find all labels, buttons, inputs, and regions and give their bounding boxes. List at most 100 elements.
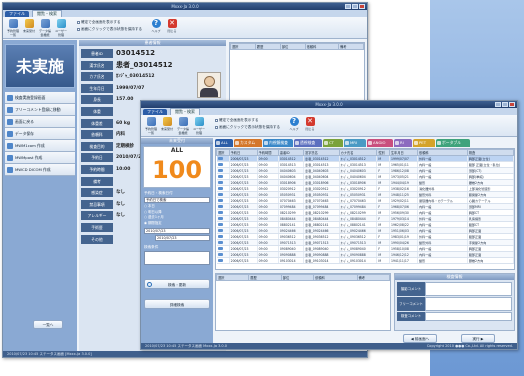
shoot-comment-field[interactable] <box>425 282 512 296</box>
help-button[interactable]: ? ヘルプ <box>149 19 163 33</box>
field-value: 内科 <box>116 132 125 138</box>
window-controls <box>495 102 515 107</box>
tab-angio[interactable]: ANGIO <box>367 139 393 147</box>
date-from-field[interactable]: 2010/07/23 <box>144 228 210 234</box>
search-cond-field[interactable] <box>144 251 210 265</box>
field-value: なし <box>116 190 125 196</box>
tab-all[interactable]: ALL <box>215 139 233 147</box>
search-update-button[interactable]: 検索・更新 <box>144 279 210 289</box>
keep-state-checkbox[interactable]: 画面にクリックで表示状態を保持する <box>77 27 142 32</box>
date-radios: ○ 本日 ○ 明日以降 ○ 過去1ヶ月 ◉ 期間指定 <box>141 203 213 227</box>
row-icon <box>217 205 223 208</box>
nav-mwmpost-create[interactable]: MWMpost 作成 <box>5 152 75 164</box>
field-value: 157.00 <box>116 97 134 103</box>
row-icon <box>217 223 223 226</box>
keep-state-checkbox[interactable]: 画面にクリックで表示状態を保持する <box>215 125 280 130</box>
user-admin-button[interactable]: ユーザー管理 <box>54 19 68 37</box>
tab-portable[interactable]: ポータブル <box>436 139 470 147</box>
pen-icon <box>24 19 34 28</box>
reservation-list-button[interactable]: 予約管理一覧 <box>144 117 158 135</box>
tab-mri[interactable]: MRI <box>344 139 366 147</box>
prev-screen-button[interactable]: ◀ 前画面へ <box>403 334 437 343</box>
field-value: 定期検診 <box>116 143 134 149</box>
field-value: なし <box>116 213 125 219</box>
fullscreen-checkbox[interactable]: 確定で全画面を表示する <box>215 118 259 123</box>
col-select[interactable]: 選択 <box>230 43 256 50</box>
close-window-button[interactable] <box>509 102 515 107</box>
sub-col-select[interactable]: 選択 <box>215 274 250 281</box>
maximize-button[interactable] <box>502 102 508 107</box>
tab-browse[interactable]: 閲覧・検索 <box>32 10 62 17</box>
patient-field-row: 生年月日 1999/07/07 <box>79 83 224 94</box>
fullscreen-checkbox[interactable]: 確定で全画面を表示する <box>77 20 121 25</box>
row-icon <box>217 175 223 178</box>
col-note[interactable]: 備考 <box>338 43 364 50</box>
data-edit-button[interactable]: データ編集機能 <box>176 117 190 135</box>
sub-grid: 選択 履歴 部位 依頼科 備考 <box>215 273 391 331</box>
help-button[interactable]: ? ヘルプ <box>287 117 301 131</box>
close-icon: ✕ <box>305 117 315 126</box>
detail-search-button[interactable]: 詳細検索 <box>144 299 210 309</box>
exam-comment-field[interactable] <box>425 312 512 321</box>
user-admin-button[interactable]: ユーザー管理 <box>192 117 206 135</box>
free-comment-field[interactable] <box>425 297 512 311</box>
maximize-button[interactable] <box>352 4 358 9</box>
grid-icon <box>40 19 50 28</box>
field-value: 1999/07/07 <box>116 85 145 91</box>
row-icon <box>217 259 223 262</box>
col-site[interactable]: 部位 <box>279 43 306 50</box>
tab-fluoroscopy[interactable]: 透視検査 <box>294 139 322 147</box>
execute-button[interactable]: 実行 ▶ <box>461 334 495 343</box>
field-label: その他 <box>81 234 113 244</box>
nav-exam-register[interactable]: 検査実施登録画面 <box>5 92 75 104</box>
field-label: 禁忌事項 <box>81 199 113 209</box>
col-dept[interactable]: 依頼科 <box>304 43 340 50</box>
radio-period[interactable]: ◉ 期間指定 <box>144 221 210 227</box>
future-reception-button[interactable]: 未来受付 <box>22 19 36 33</box>
data-edit-button[interactable]: データ編集機能 <box>38 19 52 37</box>
close-window-button[interactable] <box>359 4 365 9</box>
tab-endoscopy[interactable]: 内視鏡検査 <box>263 139 293 147</box>
tab-custom[interactable]: カスタム <box>234 139 262 147</box>
tab-pet[interactable]: PET <box>413 139 435 147</box>
minimize-button[interactable] <box>495 102 501 107</box>
reservation-list-button[interactable]: 予約管理一覧 <box>6 19 20 37</box>
close-button[interactable]: ✕ 閉じる <box>303 117 317 131</box>
nav-dicom-create[interactable]: MWCD DICOM 作成 <box>5 164 75 176</box>
row-icon <box>217 211 223 214</box>
tab-ct[interactable]: CT <box>323 139 343 147</box>
status-panel: 未実施 <box>5 44 75 88</box>
future-reception-button[interactable]: 未来受付 <box>160 117 174 131</box>
close-button[interactable]: ✕ 閉じる <box>165 19 179 33</box>
field-label: 手術歴 <box>81 223 113 232</box>
sub-col-site[interactable]: 部位 <box>280 274 315 281</box>
sub-col-history[interactable]: 履歴 <box>248 274 282 281</box>
minimize-button[interactable] <box>345 4 351 9</box>
field-label: 備考 <box>81 176 113 186</box>
field-label: 患者ID <box>81 49 113 58</box>
sub-col-note[interactable]: 備考 <box>356 274 391 281</box>
window-title: Mxxx-Ja 3.0.0 <box>171 4 199 9</box>
col-history[interactable]: 履歴 <box>254 43 281 50</box>
sub-col-dept[interactable]: 依頼科 <box>313 274 358 281</box>
tab-browse[interactable]: 閲覧・検索 <box>170 108 200 115</box>
nav-free-comment[interactable]: フリーコメント登録に移動 <box>5 104 75 116</box>
date-to-field[interactable]: 2010/07/23 <box>155 235 210 241</box>
row-select-cell[interactable] <box>216 257 230 264</box>
date-filter-label: 予約日・検索日付 <box>144 191 173 195</box>
help-icon: ? <box>289 117 299 126</box>
nav-data-save[interactable]: データ保存 <box>5 128 75 140</box>
cell-dept: 整形 <box>417 257 468 264</box>
field-value: ｶﾝｼﾞｬ_03014512 <box>116 74 155 80</box>
back-prev-button[interactable]: 一覧へ <box>33 320 63 329</box>
front-titlebar: Mxxx-Ja 3.0.0 <box>141 101 517 108</box>
table-row[interactable]: 2006/07/23 09:00 09103014 患者_09103014 ｶﾝｼﾞｬ_… <box>216 257 514 264</box>
nav-mwm-create[interactable]: MWM1com 作成 <box>5 140 75 152</box>
field-label: 予約時間 <box>81 165 113 174</box>
field-label: アレルギー <box>81 211 113 221</box>
field-value: 03014512 <box>116 49 155 57</box>
patient-field-row: カナ氏名 ｶﾝｼﾞｬ_03014512 <box>79 71 224 82</box>
nav-return[interactable]: 画面に戻る <box>5 116 75 128</box>
window-controls <box>345 4 365 9</box>
tab-ri[interactable]: RI <box>394 139 412 147</box>
